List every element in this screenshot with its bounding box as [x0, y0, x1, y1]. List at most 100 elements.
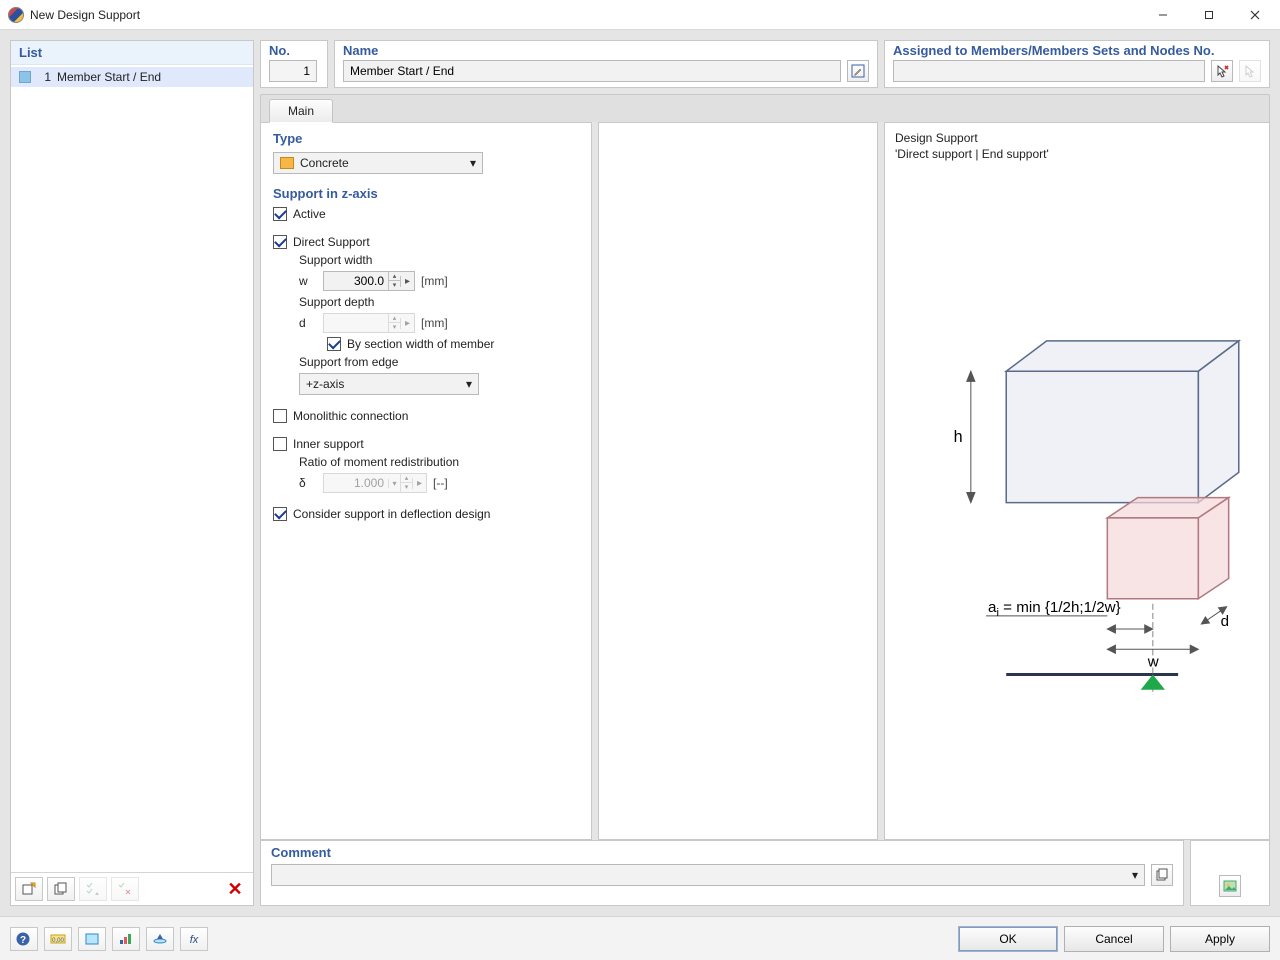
consider-deflection-label: Consider support in deflection design: [293, 507, 490, 521]
inner-support-checkbox[interactable]: [273, 437, 287, 451]
maximize-button[interactable]: [1186, 0, 1232, 30]
type-value: Concrete: [300, 156, 349, 170]
ratio-value: [324, 476, 388, 490]
assigned-label: Assigned to Members/Members Sets and Nod…: [885, 41, 1269, 58]
chart-tool-button[interactable]: [112, 927, 140, 951]
support-from-edge-value: +z-axis: [306, 377, 344, 391]
comment-card: Comment ▾: [260, 840, 1184, 906]
window-title: New Design Support: [30, 8, 1140, 22]
apply-button[interactable]: Apply: [1170, 926, 1270, 952]
support-depth-label: Support depth: [299, 295, 579, 309]
delta-symbol: δ: [299, 476, 317, 490]
minimize-button[interactable]: [1140, 0, 1186, 30]
list-panel: List 1 Member Start / End ✕: [10, 40, 254, 906]
diagram-h-label: h: [954, 428, 963, 446]
monolithic-checkbox[interactable]: [273, 409, 287, 423]
list-item-label: Member Start / End: [57, 70, 161, 84]
monolithic-label: Monolithic connection: [293, 409, 408, 423]
go-icon: ▸: [400, 318, 414, 329]
cancel-button[interactable]: Cancel: [1064, 926, 1164, 952]
direct-support-checkbox[interactable]: [273, 235, 287, 249]
app-icon: [8, 7, 24, 23]
w-symbol: w: [299, 274, 317, 288]
comment-combo[interactable]: ▾: [271, 864, 1145, 886]
list-header: List: [11, 41, 253, 65]
view-tool-button[interactable]: [146, 927, 174, 951]
titlebar: New Design Support: [0, 0, 1280, 30]
type-color-icon: [280, 157, 294, 169]
support-from-edge-label: Support from edge: [299, 355, 579, 369]
tab-bar: Main: [260, 94, 1270, 122]
name-card: Name: [334, 40, 878, 88]
list-toolbar: ✕: [11, 872, 253, 905]
preview-title: Design Support: [895, 131, 1259, 145]
support-depth-input: ▴▾ ▸: [323, 313, 415, 333]
ratio-input: ▾ ▴▾ ▸: [323, 473, 427, 493]
list-area[interactable]: 1 Member Start / End: [11, 65, 253, 872]
svg-text:fx: fx: [190, 934, 199, 946]
support-width-input[interactable]: ▴▾ ▸: [323, 271, 415, 291]
color-tool-button[interactable]: [78, 927, 106, 951]
by-section-width-checkbox[interactable]: [327, 337, 341, 351]
pick-in-view-button[interactable]: [1211, 60, 1233, 82]
active-label: Active: [293, 207, 326, 221]
consider-deflection-checkbox[interactable]: [273, 507, 287, 521]
chevron-down-icon: ▾: [470, 156, 476, 170]
svg-text:?: ?: [20, 935, 26, 946]
preview-tool-card: [1190, 840, 1270, 906]
comment-library-button[interactable]: [1151, 864, 1173, 886]
list-item[interactable]: 1 Member Start / End: [11, 67, 253, 87]
support-from-edge-select[interactable]: +z-axis ▾: [299, 373, 479, 395]
checklist-cross-button[interactable]: [111, 877, 139, 901]
w-unit: [mm]: [421, 274, 448, 288]
d-symbol: d: [299, 316, 317, 330]
list-item-number: 1: [37, 70, 51, 84]
spinner-icon: ▴▾: [400, 474, 412, 492]
d-unit: [mm]: [421, 316, 448, 330]
diagram-d-label: d: [1221, 613, 1229, 630]
tab-main[interactable]: Main: [269, 99, 333, 123]
support-width-value[interactable]: [324, 274, 388, 288]
edit-name-button[interactable]: [847, 60, 869, 82]
preview-diagram: h w: [895, 169, 1259, 695]
close-button[interactable]: [1232, 0, 1278, 30]
fx-button[interactable]: fx: [180, 927, 208, 951]
name-input[interactable]: [343, 60, 841, 82]
new-item-button[interactable]: [15, 877, 43, 901]
preview-panel: Design Support 'Direct support | End sup…: [884, 122, 1270, 840]
spinner-icon[interactable]: ▴▾: [388, 272, 400, 290]
preview-image-button[interactable]: [1219, 875, 1241, 897]
checklist-down-button[interactable]: [79, 877, 107, 901]
delete-item-button[interactable]: ✕: [221, 879, 249, 900]
go-icon[interactable]: ▸: [400, 276, 414, 287]
by-section-width-label: By section width of member: [347, 337, 494, 351]
chevron-down-icon: ▾: [1132, 868, 1138, 882]
copy-item-button[interactable]: [47, 877, 75, 901]
inner-support-label: Inner support: [293, 437, 364, 451]
ok-button[interactable]: OK: [958, 926, 1058, 952]
type-select[interactable]: Concrete ▾: [273, 152, 483, 174]
no-input[interactable]: [269, 60, 317, 82]
assigned-input[interactable]: [893, 60, 1205, 82]
support-width-label: Support width: [299, 253, 579, 267]
ratio-label: Ratio of moment redistribution: [299, 455, 579, 469]
support-depth-value: [324, 316, 388, 330]
comment-title: Comment: [271, 845, 1173, 860]
active-checkbox[interactable]: [273, 207, 287, 221]
dropdown-icon: ▾: [388, 479, 400, 488]
help-button[interactable]: ?: [10, 927, 38, 951]
assigned-card: Assigned to Members/Members Sets and Nod…: [884, 40, 1270, 88]
pick-secondary-button[interactable]: [1239, 60, 1261, 82]
preview-subtitle: 'Direct support | End support': [895, 147, 1259, 161]
no-label: No.: [261, 41, 327, 58]
form-panel: Type Concrete ▾ Support in z-axis Active: [260, 122, 592, 840]
middle-empty-panel: [598, 122, 878, 840]
spinner-icon: ▴▾: [388, 314, 400, 332]
svg-text:0,00: 0,00: [52, 938, 64, 944]
support-title: Support in z-axis: [273, 186, 579, 201]
name-label: Name: [335, 41, 877, 58]
direct-support-label: Direct Support: [293, 235, 370, 249]
units-button[interactable]: 0,00: [44, 927, 72, 951]
no-card: No.: [260, 40, 328, 88]
dialog-footer: ? 0,00 fx OK Cancel Apply: [0, 916, 1280, 960]
